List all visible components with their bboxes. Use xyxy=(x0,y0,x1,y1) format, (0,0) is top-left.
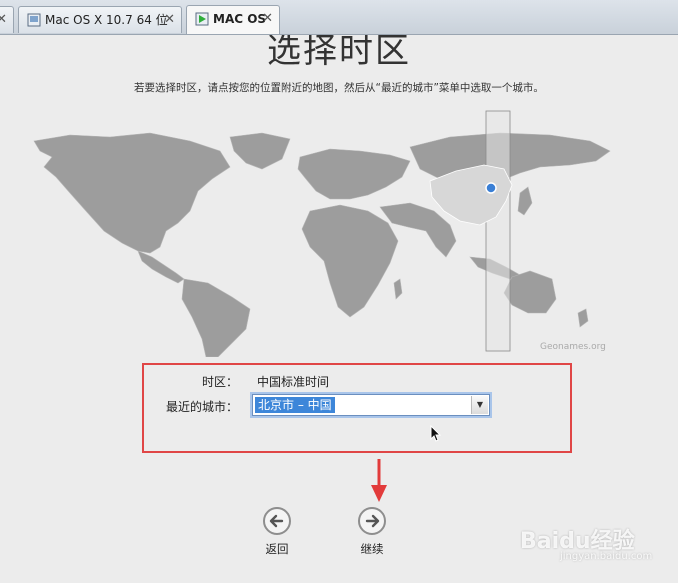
map-credit: Geonames.org xyxy=(540,342,606,352)
back-button[interactable]: 返回 xyxy=(247,506,307,557)
arrow-right-icon xyxy=(358,507,386,535)
closest-city-label: 最近的城市： xyxy=(165,400,238,414)
continue-label: 继续 xyxy=(360,542,384,556)
tab-previous[interactable]: ✕ xyxy=(0,6,14,33)
closest-city-select[interactable]: 北京市 – 中国 ▼ xyxy=(252,394,490,416)
location-pin xyxy=(485,182,497,194)
map-south-america xyxy=(181,278,251,357)
close-icon[interactable]: ✕ xyxy=(0,7,7,32)
close-icon[interactable]: ✕ xyxy=(262,6,273,31)
page-subtitle: 若要选择时区，请点按您的位置附近的地图，然后从“最近的城市”菜单中选取一个城市。 xyxy=(134,82,544,94)
map-new-zealand xyxy=(577,308,589,328)
vm-icon xyxy=(27,13,41,27)
watermark-sub: jingyan.baidu.com xyxy=(560,551,653,562)
mouse-cursor-icon xyxy=(430,425,442,442)
baidu-watermark: Baidu经验 jingyan.baidu.com xyxy=(520,523,652,562)
map-central-america xyxy=(137,250,185,284)
close-icon[interactable]: ✕ xyxy=(164,7,175,32)
arrow-left-icon xyxy=(263,507,291,535)
tab-bar: ✕ Mac OS X 10.7 64 位 ✕ MAC OS ✕ xyxy=(0,0,678,35)
map-madagascar xyxy=(393,278,403,300)
timezone-value: 中国标准时间 xyxy=(257,375,330,389)
map-europe xyxy=(297,148,411,200)
timezone-band xyxy=(485,110,511,352)
tab-label: MAC OS xyxy=(213,12,267,26)
tab-mac-os[interactable]: MAC OS ✕ xyxy=(186,5,280,34)
map-australia xyxy=(503,270,557,314)
map-greenland xyxy=(229,132,291,170)
world-map[interactable] xyxy=(0,107,678,357)
red-arrow-icon xyxy=(371,459,387,502)
tab-label: Mac OS X 10.7 64 位 xyxy=(45,13,168,27)
chevron-down-icon[interactable]: ▼ xyxy=(471,396,488,414)
back-label: 返回 xyxy=(265,542,289,556)
vm-running-icon xyxy=(195,12,209,26)
timezone-screen: 选择时区 若要选择时区，请点按您的位置附近的地图，然后从“最近的城市”菜单中选取… xyxy=(0,35,678,583)
tab-macos-x-107[interactable]: Mac OS X 10.7 64 位 ✕ xyxy=(18,6,182,33)
continue-button[interactable]: 继续 xyxy=(342,506,402,557)
timezone-label: 时区： xyxy=(201,375,238,389)
closest-city-value: 北京市 – 中国 xyxy=(255,397,335,413)
page-title: 选择时区 xyxy=(267,35,411,71)
map-japan xyxy=(517,186,533,216)
map-north-america xyxy=(33,132,231,254)
map-africa xyxy=(301,204,399,318)
